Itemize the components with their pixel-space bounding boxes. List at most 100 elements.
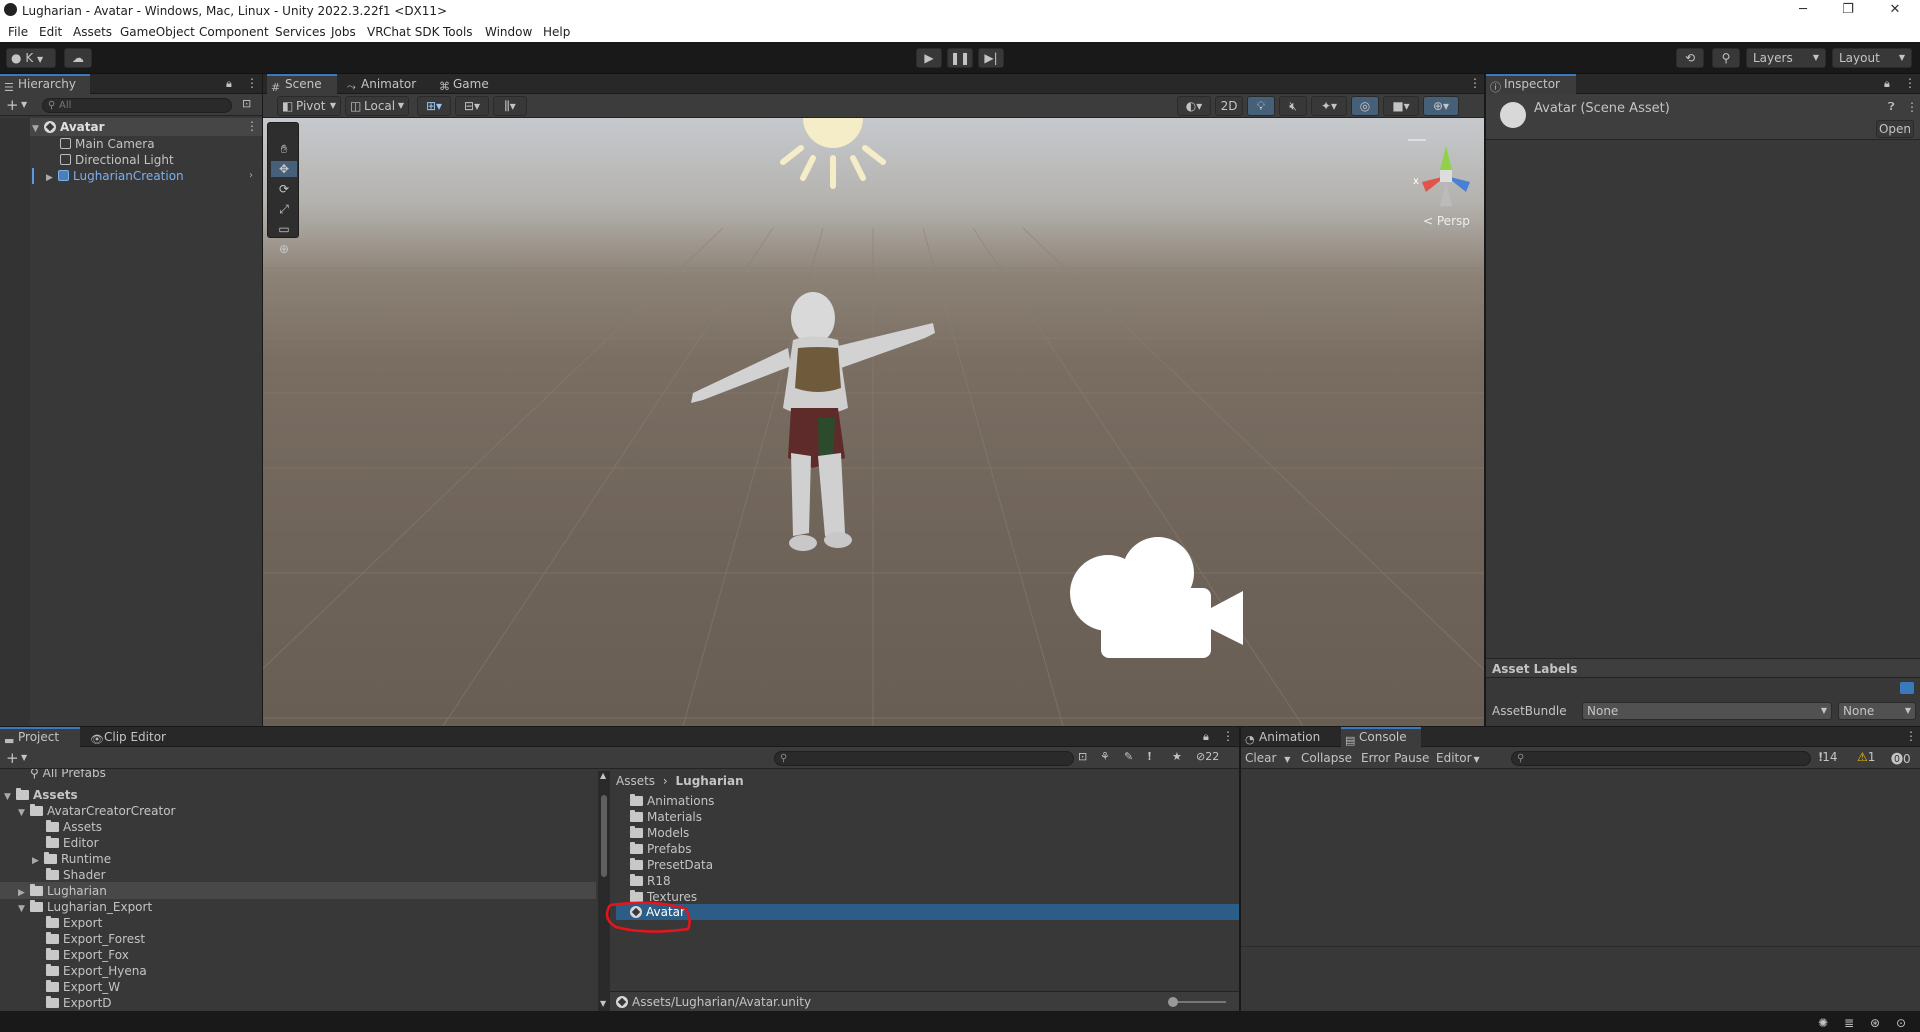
menu-window[interactable]: Window: [485, 25, 532, 39]
tab-console[interactable]: ▤ Console: [1341, 727, 1421, 747]
fold-open-icon[interactable]: [4, 789, 16, 805]
scroll-thumb[interactable]: [601, 795, 607, 877]
more-options-icon[interactable]: ⋮: [1469, 76, 1481, 90]
collapse-button[interactable]: Collapse: [1301, 751, 1352, 765]
hidden-packages-toggle[interactable]: ⊘22: [1196, 750, 1219, 763]
stack-icon[interactable]: ≣: [1844, 1016, 1854, 1030]
info-log-toggle[interactable]: ❗︎14: [1819, 750, 1838, 765]
folder-prefabs[interactable]: Prefabs: [630, 841, 692, 857]
move-tool-icon[interactable]: ✥: [271, 161, 297, 177]
projection-label[interactable]: < Persp: [1423, 214, 1470, 228]
scene-camera-dropdown[interactable]: ■▾: [1383, 96, 1419, 116]
menu-edit[interactable]: Edit: [39, 25, 62, 39]
folder-models[interactable]: Models: [630, 825, 689, 841]
menu-services[interactable]: Services: [275, 25, 326, 39]
network-icon[interactable]: ⊛: [1870, 1016, 1880, 1030]
chevron-right-icon[interactable]: ›: [249, 170, 253, 181]
console-log-area[interactable]: [1241, 769, 1920, 947]
cloud-button[interactable]: ☁: [64, 48, 92, 68]
avatar-model[interactable]: [663, 278, 963, 578]
tree-export-hyena[interactable]: Export_Hyena: [46, 963, 147, 979]
log-filter-icon[interactable]: ❗︎: [1148, 750, 1151, 764]
add-icon[interactable]: +: [6, 749, 19, 767]
toggle-2d-button[interactable]: 2D: [1215, 96, 1243, 116]
icon-size-slider[interactable]: [1168, 997, 1226, 1007]
tree-ac-runtime[interactable]: Runtime: [32, 851, 111, 867]
tab-scene[interactable]: # Scene: [267, 74, 337, 94]
gizmos-dropdown[interactable]: ⊕▾: [1423, 96, 1459, 116]
hierarchy-item-main-camera[interactable]: Main Camera: [60, 136, 155, 152]
increment-snap-button[interactable]: ⊟▾: [455, 96, 489, 116]
tree-lugharian[interactable]: Lugharian: [18, 883, 107, 899]
layout-dropdown[interactable]: Layout ▼: [1832, 48, 1912, 68]
tree-lugharian-export[interactable]: Lugharian_Export: [18, 899, 152, 915]
favorites-all-prefabs[interactable]: ⚲ All Prefabs: [30, 769, 106, 781]
menu-component[interactable]: Component: [199, 25, 269, 39]
view-tool-hand-icon[interactable]: ✋︎: [271, 141, 297, 157]
align-button[interactable]: ⫼▾: [493, 96, 527, 116]
tab-game[interactable]: ⌘ Game: [435, 74, 505, 94]
more-options-icon[interactable]: ⋮: [246, 119, 258, 133]
fold-closed-icon[interactable]: [32, 853, 44, 869]
tab-animator[interactable]: ⤳ Animator: [343, 74, 423, 94]
rotate-tool-icon[interactable]: ⟳: [271, 181, 297, 197]
clear-button[interactable]: Clear ▼: [1245, 751, 1290, 765]
search-by-label-icon[interactable]: ⚘: [1100, 750, 1110, 763]
folder-materials[interactable]: Materials: [630, 809, 702, 825]
search-button[interactable]: ⚲: [1712, 48, 1740, 68]
search-filter-icon[interactable]: ⊡: [242, 97, 251, 110]
more-options-icon[interactable]: ⋮: [1904, 76, 1916, 90]
audio-toggle-button[interactable]: 🔇︎: [1279, 96, 1307, 116]
menu-gameobject[interactable]: GameObject: [120, 25, 195, 39]
hierarchy-item-lughariancreation[interactable]: LugharianCreation: [46, 168, 184, 184]
scroll-down-icon[interactable]: ▼: [600, 999, 606, 1008]
account-dropdown[interactable]: ● K ▼: [6, 48, 56, 68]
breadcrumb-assets[interactable]: Assets: [616, 774, 655, 788]
lock-icon[interactable]: 🔒︎: [1884, 77, 1890, 91]
tree-export-forest[interactable]: Export_Forest: [46, 931, 145, 947]
lock-icon[interactable]: 🔒︎: [226, 77, 232, 91]
orientation-gizmo[interactable]: [1398, 136, 1484, 216]
tab-project[interactable]: ▬ Project: [0, 727, 80, 747]
hierarchy-scene-row[interactable]: Avatar ⋮: [0, 118, 262, 136]
tree-export-w[interactable]: Export_W: [46, 979, 120, 995]
more-options-icon[interactable]: ⋮: [1906, 100, 1918, 114]
tree-ac-assets[interactable]: Assets: [46, 819, 102, 835]
folder-animations[interactable]: Animations: [630, 793, 714, 809]
tree-export[interactable]: Export: [46, 915, 102, 931]
scene-camera-gizmo-icon[interactable]: [1063, 533, 1243, 663]
folder-presetdata[interactable]: PresetData: [630, 857, 713, 873]
error-log-toggle[interactable]: ⓿0: [1891, 750, 1911, 767]
more-options-icon[interactable]: ⋮: [1905, 729, 1917, 743]
maximize-button[interactable]: ❐: [1838, 2, 1858, 17]
bug-icon[interactable]: ✺: [1818, 1016, 1828, 1030]
tree-exportd[interactable]: ExportD: [46, 995, 112, 1011]
menu-tools[interactable]: Tools: [443, 25, 473, 39]
tab-animation[interactable]: ◔ Animation: [1241, 727, 1335, 747]
scroll-up-icon[interactable]: ▲: [600, 771, 606, 780]
menu-file[interactable]: File: [8, 25, 28, 39]
rect-tool-icon[interactable]: ▭: [271, 221, 297, 237]
pivot-dropdown[interactable]: ◧ Pivot ▼: [277, 96, 341, 116]
assetbundle-variant-dropdown[interactable]: None ▼: [1838, 702, 1916, 720]
star-icon[interactable]: ★: [1172, 750, 1182, 763]
directional-light-sun-icon[interactable]: [773, 118, 893, 198]
hierarchy-item-directional-light[interactable]: Directional Light: [60, 152, 174, 168]
project-search-input[interactable]: [774, 751, 1074, 766]
tree-ac-editor[interactable]: Editor: [46, 835, 99, 851]
tree-avatarcreatorcreator[interactable]: AvatarCreatorCreator: [18, 803, 175, 819]
add-icon[interactable]: +: [6, 96, 19, 114]
help-icon[interactable]: ❓︎: [1888, 100, 1895, 114]
menu-vrchat-sdk[interactable]: VRChat SDK: [367, 25, 440, 39]
fold-closed-icon[interactable]: [46, 170, 58, 186]
more-options-icon[interactable]: ⋮: [246, 76, 258, 90]
error-pause-button[interactable]: Error Pause: [1361, 751, 1429, 765]
open-button[interactable]: Open: [1876, 120, 1914, 138]
tree-scrollbar[interactable]: ▲ ▼: [598, 771, 610, 1011]
more-options-icon[interactable]: ⋮: [1222, 729, 1234, 743]
minimize-button[interactable]: ─: [1793, 2, 1813, 17]
lighting-toggle-button[interactable]: 💡︎: [1247, 96, 1275, 116]
scene-viewport[interactable]: ✋︎ ✥ ⟳ ⤢ ▭ ⊕ x z < Persp: [263, 118, 1484, 726]
slider-thumb[interactable]: [1168, 997, 1178, 1007]
chevron-down-icon[interactable]: ▼: [21, 753, 27, 762]
